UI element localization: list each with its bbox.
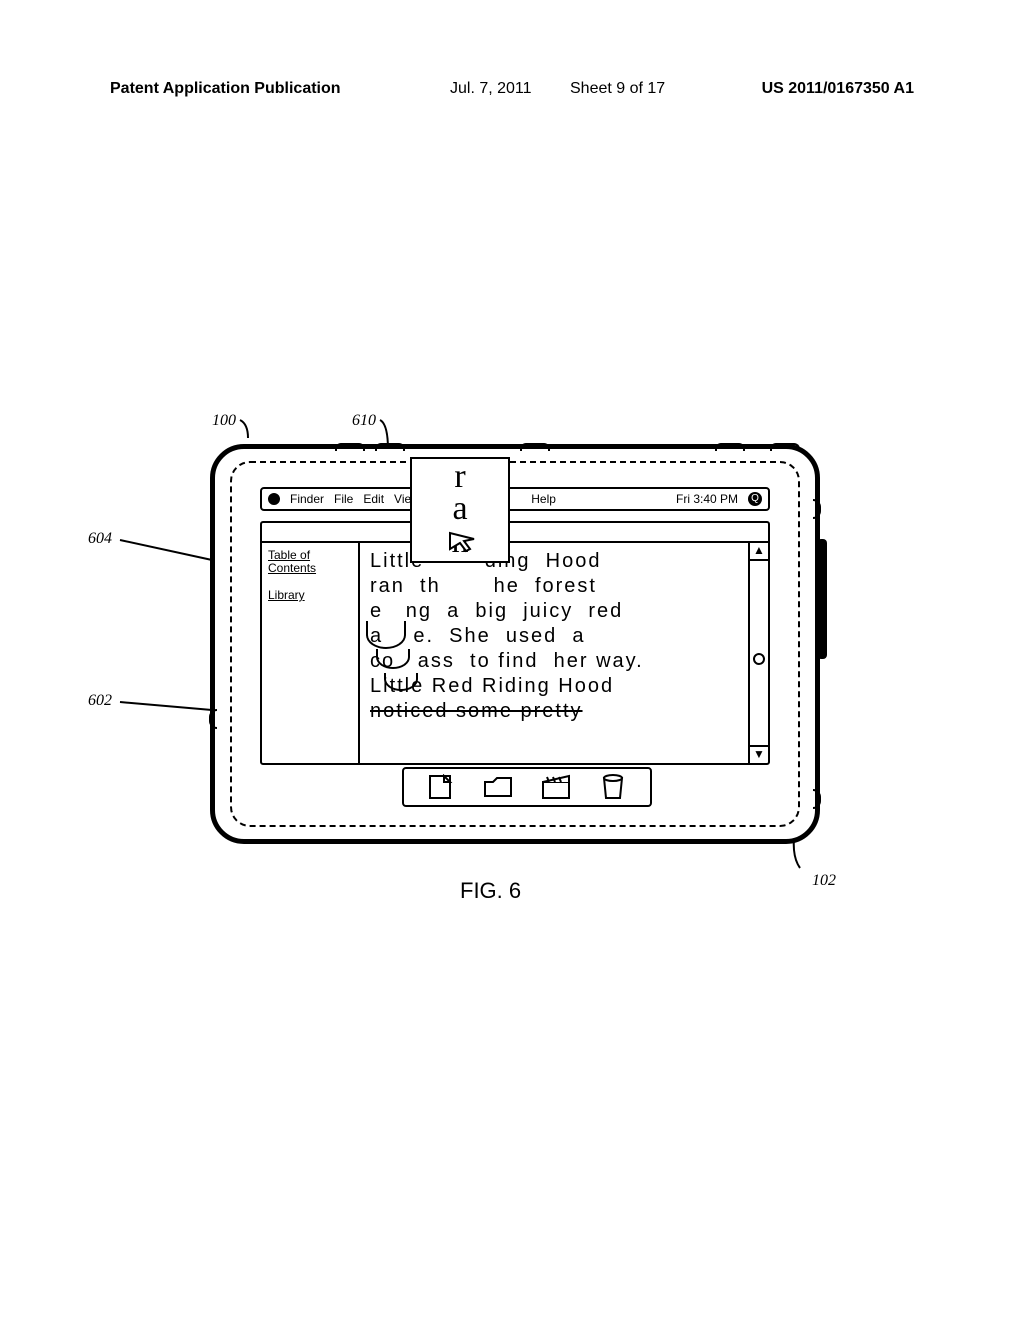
scroll-up-icon[interactable]: ▲ <box>750 543 768 561</box>
top-notch <box>770 443 800 451</box>
menu-file[interactable]: File <box>334 492 353 506</box>
trash-icon[interactable] <box>598 774 628 800</box>
document-icon[interactable] <box>426 774 456 800</box>
menu-clock[interactable]: Fri 3:40 PM <box>676 492 738 506</box>
sidebar-link-library[interactable]: Library <box>268 589 352 602</box>
screen-area: Finder File Edit Vie Help Fri 3:40 PM Q … <box>230 461 800 827</box>
scroll-thumb[interactable] <box>753 653 765 665</box>
story-line: a e. She used a <box>370 624 740 649</box>
story-content: Little ding Hood ran th he forest e ng a… <box>360 543 748 763</box>
menu-edit[interactable]: Edit <box>363 492 384 506</box>
right-bump <box>813 789 821 809</box>
ref-102: 102 <box>812 872 836 890</box>
menu-view-truncated[interactable]: Vie <box>394 492 411 506</box>
story-line: Little Red Riding Hood <box>370 674 740 699</box>
ref-100: 100 <box>212 412 236 430</box>
folder-icon[interactable] <box>483 774 513 800</box>
cursor-letter: a <box>412 493 508 525</box>
ref-610: 610 <box>352 412 376 430</box>
story-line: noticed some pretty <box>370 699 740 724</box>
menu-help[interactable]: Help <box>531 492 556 506</box>
window-titlebar[interactable] <box>262 523 768 543</box>
apple-menu-icon[interactable] <box>268 493 280 505</box>
publication-label: Patent Application Publication <box>110 80 341 97</box>
menubar: Finder File Edit Vie Help Fri 3:40 PM Q <box>260 487 770 511</box>
right-bump <box>813 499 821 519</box>
left-bump <box>209 709 217 729</box>
app-window: Table of Contents Library Little ding Ho… <box>260 521 770 765</box>
ref-602: 602 <box>88 692 112 710</box>
dock <box>402 767 652 807</box>
story-line: ran th he forest <box>370 574 740 599</box>
top-notch <box>520 443 550 451</box>
top-notch <box>375 443 405 451</box>
apple-icon <box>366 621 406 649</box>
publication-number: US 2011/0167350 A1 <box>762 80 914 98</box>
figure-6: 100 610 604 602 102 Finder File Edit Vie <box>130 440 850 920</box>
scrollbar[interactable]: ▲ ▼ <box>748 543 768 763</box>
top-notch <box>335 443 365 451</box>
clapper-icon[interactable] <box>541 774 571 800</box>
spotlight-icon[interactable]: Q <box>748 492 762 506</box>
tablet-device: Finder File Edit Vie Help Fri 3:40 PM Q … <box>210 444 820 844</box>
top-notch <box>715 443 745 451</box>
cursor-letter: r <box>412 461 508 493</box>
story-line: co ass to find her way. <box>370 649 740 674</box>
sheet-number: Sheet 9 of 17 <box>570 80 665 98</box>
publication-date: Jul. 7, 2011 <box>450 80 532 98</box>
text-cursor-popup: r a n <box>410 457 510 563</box>
sidebar-link-toc[interactable]: Table of Contents <box>268 549 352 575</box>
ref-604: 604 <box>88 530 112 548</box>
side-button[interactable] <box>817 539 827 659</box>
scroll-down-icon[interactable]: ▼ <box>750 745 768 763</box>
story-line: e ng a big juicy red <box>370 599 740 624</box>
figure-label: FIG. 6 <box>460 878 521 904</box>
sidebar: Table of Contents Library <box>262 543 360 763</box>
menu-finder[interactable]: Finder <box>290 492 324 506</box>
